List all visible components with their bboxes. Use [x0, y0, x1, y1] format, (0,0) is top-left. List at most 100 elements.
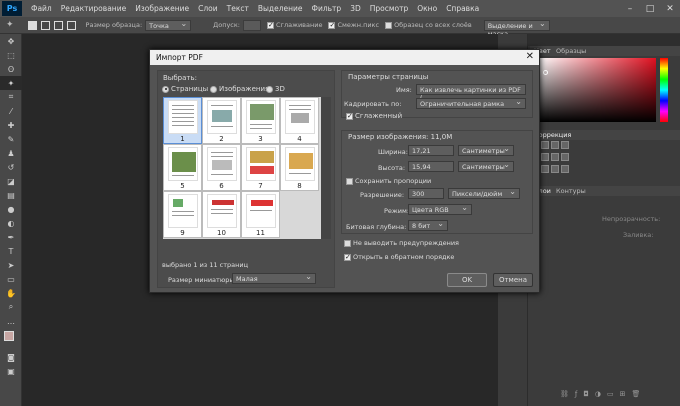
subtract-selection-icon[interactable] [53, 20, 63, 30]
trash-icon[interactable]: 🗑 [632, 390, 647, 398]
shape-tool-icon[interactable]: ▭ [0, 272, 22, 286]
tab-swatches[interactable]: Образцы [556, 47, 586, 55]
brush-tool-icon[interactable]: ✎ [0, 132, 22, 146]
group-icon[interactable]: ▭ [607, 390, 620, 398]
adjustment-layer-icon[interactable]: ◑ [595, 390, 607, 398]
cancel-button[interactable]: Отмена [493, 273, 533, 287]
menu-layers[interactable]: Слои [198, 4, 218, 13]
color-swatches[interactable] [0, 328, 21, 350]
contiguous-checkbox[interactable]: Смежн.пикс [328, 21, 379, 29]
suppress-warnings-checkbox[interactable]: Не выводить предупреждения [344, 239, 459, 247]
gradient-tool-icon[interactable]: ▤ [0, 188, 22, 202]
healing-tool-icon[interactable]: ✚ [0, 118, 22, 132]
marquee-tool-icon[interactable]: ⬚ [0, 48, 22, 62]
menu-help[interactable]: Справка [446, 4, 479, 13]
page-thumbnail[interactable]: 3 [241, 97, 280, 144]
radio-images[interactable]: Изображения [210, 85, 269, 93]
page-thumbnail[interactable]: 9 [163, 191, 202, 238]
page-thumbnail[interactable]: 11 [241, 191, 280, 238]
lookup-icon[interactable] [561, 165, 569, 173]
color-picker-marker[interactable] [543, 70, 548, 75]
page-thumbnail[interactable]: 5 [163, 144, 202, 191]
width-unit-select[interactable]: Сантиметры [458, 144, 514, 156]
brightness-icon[interactable] [541, 141, 549, 149]
page-thumbnail[interactable]: 6 [202, 144, 241, 191]
all-layers-checkbox[interactable]: Образец со всех слоёв [385, 21, 472, 29]
close-window-button[interactable]: ✕ [660, 0, 680, 17]
channel-mixer-icon[interactable] [551, 165, 559, 173]
thumbnails-scrollbar[interactable] [321, 97, 331, 239]
page-thumbnail[interactable]: 8 [280, 144, 319, 191]
new-layer-icon[interactable]: ⊞ [620, 390, 632, 398]
tolerance-input[interactable] [243, 19, 261, 31]
tab-paths[interactable]: Контуры [556, 187, 586, 195]
blur-tool-icon[interactable]: ● [0, 202, 22, 216]
vibrance-icon[interactable] [541, 153, 549, 161]
depth-select[interactable]: 8 бит [408, 219, 448, 231]
refine-edge-button[interactable]: Выделение и маска... [483, 19, 550, 38]
menu-edit[interactable]: Редактирование [61, 4, 126, 13]
menu-file[interactable]: Файл [31, 4, 52, 13]
antialias-checkbox[interactable]: Сглаживание [267, 21, 322, 29]
antialiased-checkbox[interactable]: Сглаженный [346, 112, 402, 120]
link-layers-icon[interactable]: ⛓ [560, 390, 575, 398]
crop-tool-icon[interactable]: ⌗ [0, 90, 22, 104]
hand-tool-icon[interactable]: ✋ [0, 286, 22, 300]
reverse-order-checkbox[interactable]: Открыть в обратном порядке [344, 253, 454, 261]
lasso-tool-icon[interactable]: ʘ [0, 62, 22, 76]
page-thumbnail[interactable]: 10 [202, 191, 241, 238]
add-selection-icon[interactable] [40, 20, 50, 30]
menu-3d[interactable]: 3D [350, 4, 361, 13]
page-thumbnail[interactable]: 2 [202, 97, 241, 144]
dodge-tool-icon[interactable]: ◐ [0, 216, 22, 230]
name-input[interactable]: Как извлечь картинки из PDF ( [416, 84, 526, 102]
color-spectrum-picker[interactable] [538, 58, 656, 122]
more-tools-icon[interactable]: … [0, 314, 22, 328]
resolution-input[interactable]: 300 [408, 188, 444, 199]
width-input[interactable]: 17,21 [408, 145, 454, 156]
menu-filter[interactable]: Фильтр [312, 4, 342, 13]
height-input[interactable]: 15,94 [408, 161, 454, 172]
curves-icon[interactable] [561, 141, 569, 149]
page-thumbnail[interactable]: 7 [241, 144, 280, 191]
sample-size-select[interactable]: Точка [145, 19, 192, 31]
pen-tool-icon[interactable]: ✒ [0, 230, 22, 244]
eraser-tool-icon[interactable]: ◪ [0, 174, 22, 188]
stamp-tool-icon[interactable]: ♟ [0, 146, 22, 160]
hue-sat-icon[interactable] [551, 153, 559, 161]
page-thumbnail[interactable]: 4 [280, 97, 319, 144]
dialog-close-button[interactable]: ✕ [526, 51, 534, 62]
mask-icon[interactable]: ◘ [583, 390, 595, 398]
history-brush-icon[interactable]: ↺ [0, 160, 22, 174]
menu-select[interactable]: Выделение [258, 4, 303, 13]
constrain-checkbox[interactable]: Сохранить пропорции [346, 177, 431, 185]
levels-icon[interactable] [551, 141, 559, 149]
radio-3d[interactable]: 3D [266, 85, 285, 93]
resolution-unit-select[interactable]: Пиксели/дюйм [448, 187, 520, 199]
quick-mask-icon[interactable]: ◙ [0, 350, 22, 364]
path-select-tool-icon[interactable]: ➤ [0, 258, 22, 272]
maximize-button[interactable]: □ [640, 0, 660, 17]
photo-filter-icon[interactable] [541, 165, 549, 173]
screen-mode-icon[interactable]: ▣ [0, 364, 22, 378]
zoom-tool-icon[interactable]: ⌕ [0, 300, 22, 314]
menu-view[interactable]: Просмотр [370, 4, 409, 13]
menu-image[interactable]: Изображение [135, 4, 189, 13]
mode-select[interactable]: Цвета RGB [408, 203, 472, 215]
minimize-button[interactable]: – [620, 0, 640, 17]
move-tool-icon[interactable]: ✥ [0, 34, 22, 48]
ok-button[interactable]: OK [447, 273, 487, 287]
thumb-size-select[interactable]: Малая [232, 272, 316, 284]
intersect-selection-icon[interactable] [66, 20, 76, 30]
hue-slider[interactable] [660, 58, 668, 122]
color-balance-icon[interactable] [561, 153, 569, 161]
crop-select[interactable]: Ограничительная рамка [416, 97, 526, 109]
foreground-color-swatch[interactable] [4, 331, 14, 341]
radio-pages[interactable]: Страницы [162, 85, 208, 93]
menu-window[interactable]: Окно [417, 4, 437, 13]
magic-wand-icon[interactable]: ✦ [6, 20, 14, 30]
menu-text[interactable]: Текст [227, 4, 249, 13]
type-tool-icon[interactable]: T [0, 244, 22, 258]
eyedropper-tool-icon[interactable]: ⁄ [0, 104, 22, 118]
magic-wand-tool-icon[interactable]: ✦ [0, 76, 22, 90]
